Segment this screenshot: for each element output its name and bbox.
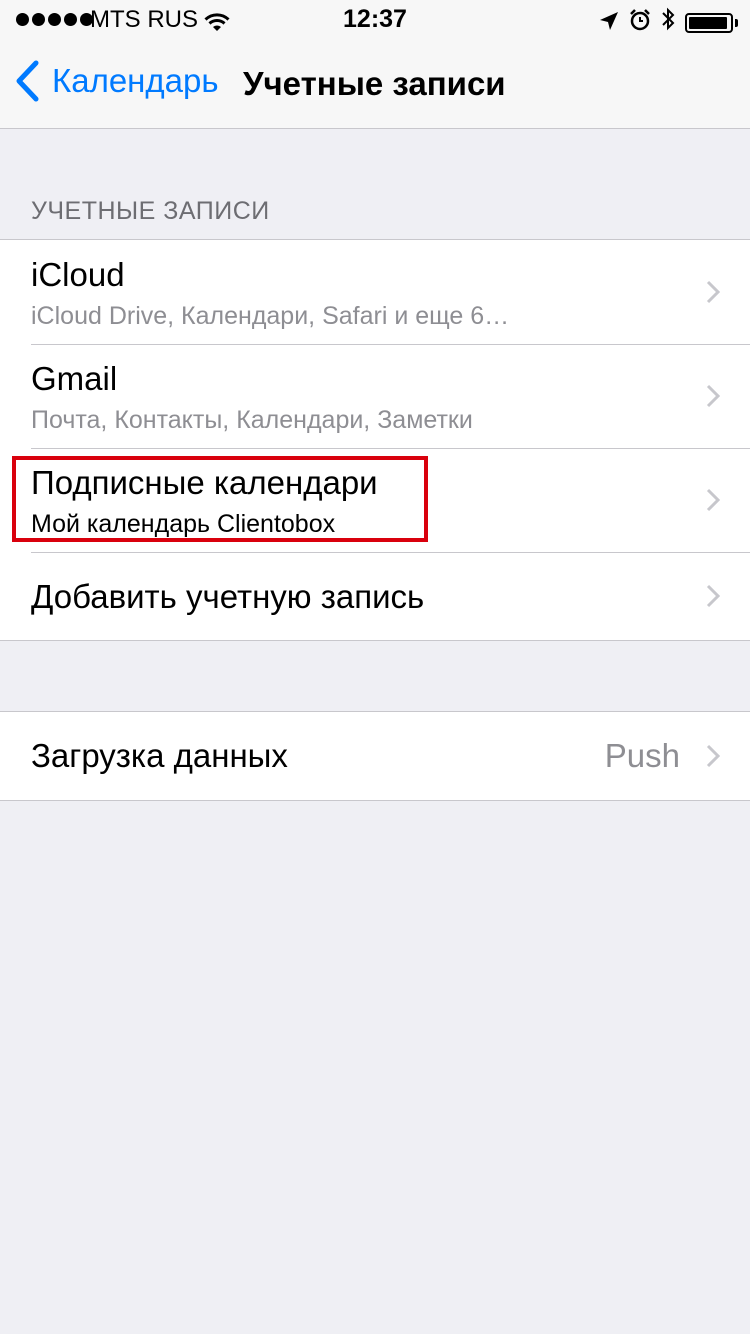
account-row-icloud[interactable]: iCloud iCloud Drive, Календари, Safari и… (0, 240, 750, 344)
accounts-group: iCloud iCloud Drive, Календари, Safari и… (0, 239, 750, 641)
navigation-bar: Календарь Учетные записи (0, 40, 750, 128)
battery-tip (735, 18, 738, 27)
chevron-right-icon (706, 744, 720, 768)
alarm-clock-icon (629, 7, 651, 38)
fetch-data-row[interactable]: Загрузка данных Push (0, 712, 750, 800)
chevron-left-icon (16, 60, 39, 102)
status-right-icons (599, 7, 738, 38)
row-title: Gmail (31, 360, 118, 397)
accounts-section-header: УЧЕТНЫЕ ЗАПИСИ (31, 197, 270, 225)
status-bar: MTS RUS 12:37 (0, 0, 750, 40)
row-subtitle: iCloud Drive, Календари, Safari и еще 6… (31, 302, 510, 330)
battery-icon (685, 12, 733, 33)
account-row-gmail[interactable]: Gmail Почта, Контакты, Календари, Заметк… (0, 344, 750, 448)
chevron-right-icon (706, 384, 720, 408)
chevron-right-icon (706, 584, 720, 608)
row-title: Добавить учетную запись (31, 578, 425, 615)
bluetooth-icon (661, 7, 675, 38)
add-account-row[interactable]: Добавить учетную запись (0, 552, 750, 640)
page-title: Учетные записи (243, 65, 506, 102)
chevron-right-icon (706, 488, 720, 512)
fetch-mode-value: Push (604, 737, 680, 774)
location-arrow-icon (599, 7, 619, 38)
back-button-label: Календарь (52, 62, 219, 99)
row-title: iCloud (31, 256, 125, 293)
row-title: Загрузка данных (31, 737, 288, 774)
battery-fill (689, 16, 727, 29)
highlight-box (12, 456, 428, 542)
fetch-group: Загрузка данных Push (0, 711, 750, 801)
top-bar: MTS RUS 12:37 Календарь Учетные записи (0, 0, 750, 129)
row-subtitle: Почта, Контакты, Календари, Заметки (31, 406, 473, 434)
back-button[interactable]: Календарь (14, 60, 219, 102)
chevron-right-icon (706, 280, 720, 304)
